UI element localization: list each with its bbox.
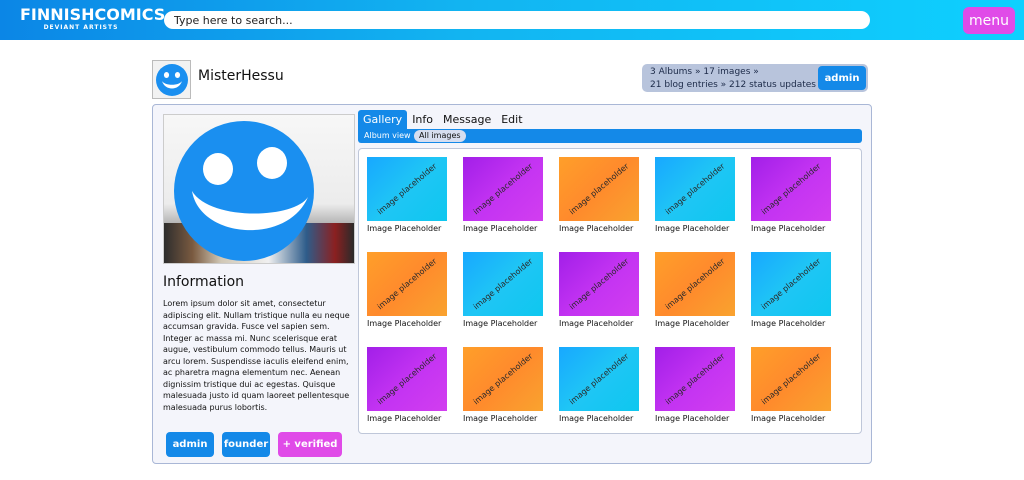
gallery-thumbnail[interactable]: image placeholder (559, 157, 639, 221)
gallery-thumbnail[interactable]: image placeholder (463, 157, 543, 221)
thumbnail-watermark: image placeholder (375, 256, 439, 312)
gallery-thumbnail[interactable]: image placeholder (751, 252, 831, 316)
gallery-thumbnail[interactable]: image placeholder (655, 157, 735, 221)
thumbnail-caption[interactable]: Image Placeholder (751, 414, 825, 423)
gallery-panel: image placeholder Image Placeholder image … (358, 148, 862, 434)
thumbnail-caption[interactable]: Image Placeholder (655, 224, 729, 233)
thumbnail-watermark: image placeholder (759, 256, 823, 312)
information-heading: Information (163, 274, 245, 290)
profile-picture (163, 114, 355, 264)
role-badge-admin[interactable]: admin (166, 432, 214, 457)
username: MisterHessu (198, 68, 284, 84)
thumbnail-watermark: image placeholder (375, 351, 439, 407)
admin-badge: admin (818, 66, 866, 90)
gallery-thumbnail[interactable]: image placeholder (559, 252, 639, 316)
gallery-thumbnail[interactable]: image placeholder (655, 252, 735, 316)
gallery-thumbnail[interactable]: image placeholder (367, 252, 447, 316)
thumbnail-caption[interactable]: Image Placeholder (463, 319, 537, 328)
thumbnail-caption[interactable]: Image Placeholder (559, 319, 633, 328)
gallery-thumbnail[interactable]: image placeholder (367, 347, 447, 411)
thumbnail-caption[interactable]: Image Placeholder (367, 319, 441, 328)
thumbnail-watermark: image placeholder (663, 256, 727, 312)
role-badge-founder[interactable]: founder (222, 432, 270, 457)
thumbnail-watermark: image placeholder (375, 161, 439, 217)
gallery-thumbnail[interactable]: image placeholder (367, 157, 447, 221)
tab-message[interactable]: Message (438, 110, 496, 129)
role-badge-verified[interactable]: + verified (278, 432, 342, 457)
tab-edit[interactable]: Edit (496, 110, 527, 129)
logo-wordmark: FINNISHCOMICS (20, 5, 166, 24)
thumbnail-watermark: image placeholder (471, 351, 535, 407)
logo-tagline: DEVIANT ARTISTS (43, 24, 119, 31)
smiley-icon (155, 63, 188, 96)
thumbnail-watermark: image placeholder (471, 161, 535, 217)
thumbnail-caption[interactable]: Image Placeholder (559, 224, 633, 233)
gallery-thumbnail[interactable]: image placeholder (751, 347, 831, 411)
thumbnail-caption[interactable]: Image Placeholder (463, 414, 537, 423)
stats-albums-images[interactable]: 3 Albums » 17 images » (650, 67, 759, 77)
stats-blog-status[interactable]: 21 blog entries » 212 status updates (650, 80, 816, 90)
gallery-thumbnail[interactable]: image placeholder (463, 252, 543, 316)
thumbnail-watermark: image placeholder (759, 161, 823, 217)
album-view-label: Album view (364, 131, 411, 140)
thumbnail-caption[interactable]: Image Placeholder (751, 224, 825, 233)
site-logo[interactable]: FINNISHCOMICS DEVIANT ARTISTS (20, 5, 166, 34)
search-input[interactable] (164, 11, 870, 29)
tab-gallery[interactable]: Gallery (358, 110, 408, 129)
gallery-thumbnail[interactable]: image placeholder (655, 347, 735, 411)
gallery-thumbnail[interactable]: image placeholder (751, 157, 831, 221)
thumbnail-watermark: image placeholder (567, 161, 631, 217)
gallery-thumbnail[interactable]: image placeholder (559, 347, 639, 411)
thumbnail-caption[interactable]: Image Placeholder (655, 414, 729, 423)
album-view-bar: Album view All images (358, 129, 862, 143)
thumbnail-caption[interactable]: Image Placeholder (751, 319, 825, 328)
thumbnail-watermark: image placeholder (567, 351, 631, 407)
gallery-thumbnail[interactable]: image placeholder (463, 347, 543, 411)
thumbnail-caption[interactable]: Image Placeholder (367, 414, 441, 423)
thumbnail-watermark: image placeholder (567, 256, 631, 312)
thumbnail-watermark: image placeholder (663, 351, 727, 407)
tab-info[interactable]: Info (407, 110, 438, 129)
top-header: FINNISHCOMICS DEVIANT ARTISTS menu (0, 0, 1024, 40)
thumbnail-watermark: image placeholder (663, 161, 727, 217)
smiley-icon (174, 121, 314, 261)
thumbnail-caption[interactable]: Image Placeholder (559, 414, 633, 423)
avatar[interactable] (152, 60, 191, 99)
thumbnail-caption[interactable]: Image Placeholder (463, 224, 537, 233)
all-images-filter[interactable]: All images (414, 130, 466, 142)
information-text: Lorem ipsum dolor sit amet, consectetur … (163, 299, 350, 412)
menu-button[interactable]: menu (963, 7, 1015, 34)
thumbnail-caption[interactable]: Image Placeholder (367, 224, 441, 233)
profile-tabs: Gallery Info Message Edit (358, 110, 528, 129)
thumbnail-watermark: image placeholder (759, 351, 823, 407)
thumbnail-watermark: image placeholder (471, 256, 535, 312)
thumbnail-caption[interactable]: Image Placeholder (655, 319, 729, 328)
